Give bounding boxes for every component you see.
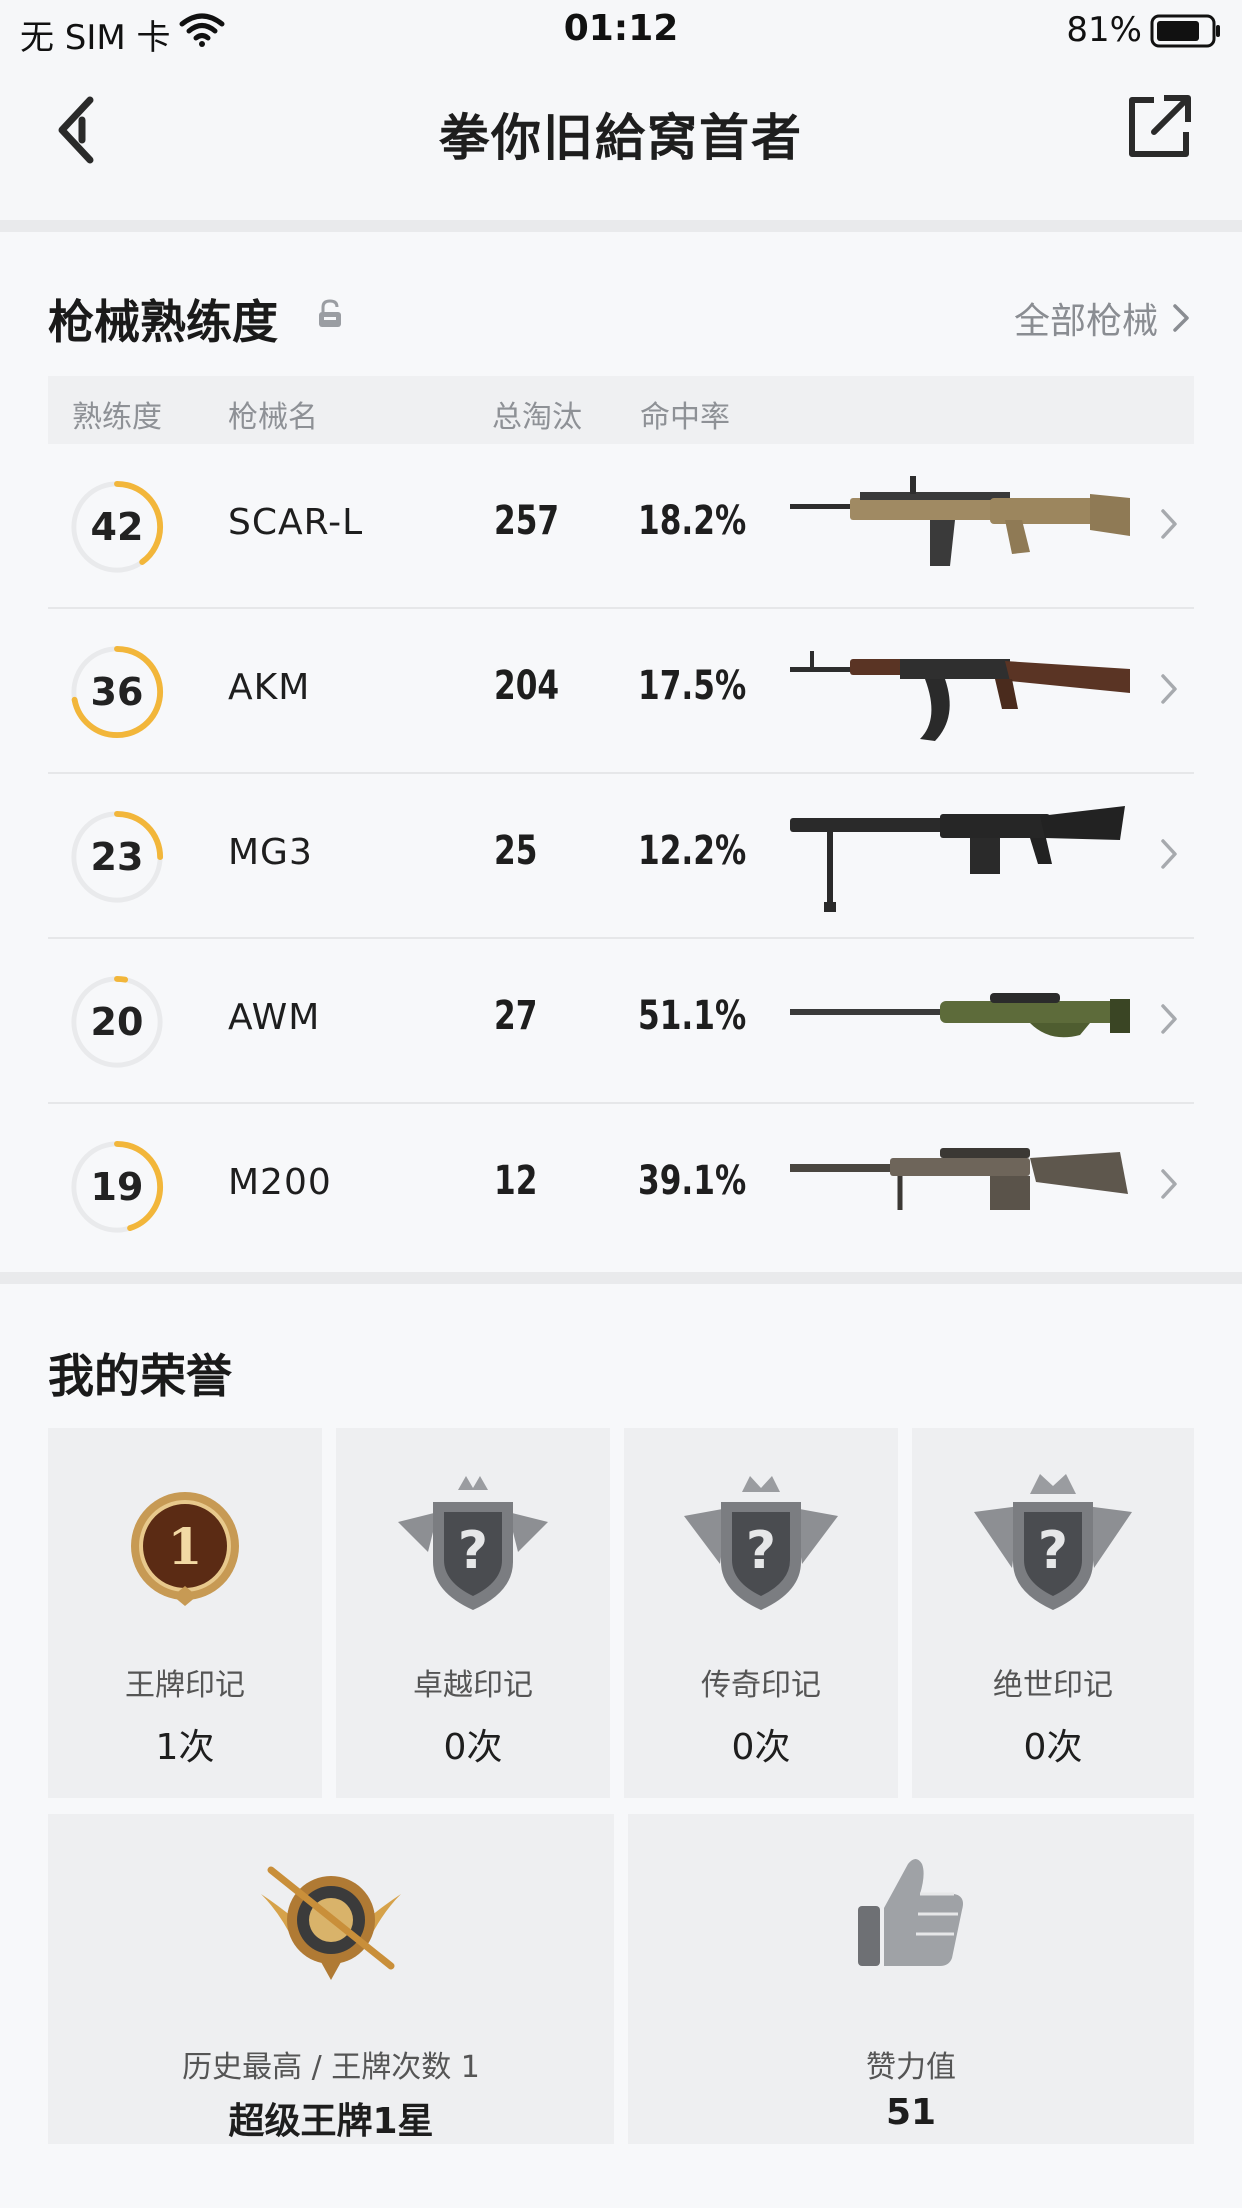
weapon-hit-rate: 51.1% <box>638 993 747 1039</box>
chevron-right-icon <box>1161 674 1177 704</box>
status-bar: 无 SIM 卡 01:12 81% <box>0 0 1242 62</box>
honor-tile-label: 卓越印记 <box>413 1668 533 1703</box>
all-weapons-link[interactable]: 全部枪械 <box>1014 292 1190 344</box>
page-title: 拳你旧給窝首者 <box>439 109 803 167</box>
honor-tile-label: 王牌印记 <box>125 1668 245 1703</box>
chevron-right-icon <box>1161 509 1177 539</box>
ace-medal-icon: 1 <box>131 1492 239 1606</box>
locked-badge-icon: ? <box>398 1476 548 1610</box>
weapon-row[interactable]: 20 AWM 27 51.1% <box>48 939 1194 1104</box>
chevron-right-icon <box>1173 304 1189 332</box>
honor-tile-value: 0次 <box>1023 1727 1083 1768</box>
m200-sniper-icon <box>790 1148 1128 1210</box>
svg-text:?: ? <box>746 1521 776 1581</box>
battery-icon <box>1150 14 1220 48</box>
weapon-hit-rate: 18.2% <box>638 498 747 544</box>
locked-badge-icon: ? <box>974 1474 1132 1610</box>
akm-rifle-icon <box>790 651 1130 741</box>
honor-tile-peerless[interactable]: ? 绝世印记 0次 <box>912 1428 1194 1798</box>
weapon-hit-rate: 39.1% <box>638 1158 747 1204</box>
super-ace-emblem-icon <box>261 1866 401 1980</box>
clock: 01:12 <box>563 8 679 49</box>
weapon-name: MG3 <box>228 832 313 873</box>
section-divider <box>0 1272 1242 1284</box>
mastery-level: 19 <box>90 1165 144 1209</box>
scar-l-rifle-icon <box>790 476 1130 566</box>
nav-bar: 拳你旧給窝首者 <box>0 62 1242 220</box>
svg-text:?: ? <box>458 1521 488 1581</box>
weapon-name: AWM <box>228 997 321 1038</box>
svg-text:?: ? <box>1038 1521 1068 1581</box>
awm-sniper-icon <box>790 993 1130 1038</box>
weapon-kills: 25 <box>494 828 538 874</box>
chevron-right-icon <box>1161 839 1177 869</box>
honor-section-title: 我的荣誉 <box>48 1349 232 1403</box>
highest-tier-label: 历史最高 / 王牌次数 1 <box>182 2050 480 2085</box>
honor-tile-value: 1次 <box>155 1727 215 1768</box>
honor-tile-label: 绝世印记 <box>993 1668 1113 1703</box>
locked-badge-icon: ? <box>684 1476 838 1610</box>
mastery-level: 42 <box>90 505 144 549</box>
weapon-row[interactable]: 23 MG3 25 12.2% <box>48 774 1194 939</box>
weapon-kills: 27 <box>494 993 538 1039</box>
header-name: 枪械名 <box>228 400 318 435</box>
honor-card: 我的荣誉 1 王牌印记 1次 ? 卓越印记 0次 ? 传奇印记 0次 ? 绝世印… <box>0 1284 1242 2208</box>
highest-tier-tile[interactable]: 历史最高 / 王牌次数 1 超级王牌1星 <box>48 1814 614 2144</box>
mg3-machine-gun-icon <box>790 806 1125 912</box>
share-icon[interactable] <box>1124 92 1194 162</box>
weapon-kills: 204 <box>494 663 560 709</box>
honor-tile-label: 传奇印记 <box>701 1668 821 1703</box>
all-weapons-label: 全部枪械 <box>1013 301 1158 342</box>
chevron-right-icon <box>1161 1004 1177 1034</box>
svg-text:1: 1 <box>168 1517 203 1576</box>
weapon-row[interactable]: 19 M200 12 39.1% <box>48 1104 1194 1269</box>
honor-tile-legend[interactable]: ? 传奇印记 0次 <box>624 1428 898 1798</box>
mastery-level: 20 <box>90 1000 144 1044</box>
thumbs-up-icon <box>858 1859 963 1966</box>
weapon-kills: 12 <box>494 1158 538 1204</box>
likes-value: 51 <box>885 2092 937 2133</box>
weapon-name: SCAR-L <box>228 502 364 543</box>
weapon-kills: 257 <box>494 498 560 544</box>
likes-label: 赞力值 <box>866 2050 956 2085</box>
weapon-mastery-card: 枪械熟练度 全部枪械 熟练度 枪械名 总淘汰 命中率 42 SCAR-L 257… <box>0 232 1242 1272</box>
likes-tile[interactable]: 赞力值 51 <box>628 1814 1194 2144</box>
mastery-level: 23 <box>90 835 144 879</box>
honor-tile-value: 0次 <box>731 1727 791 1768</box>
honor-tile-ace[interactable]: 1 王牌印记 1次 <box>48 1428 322 1798</box>
section-divider <box>0 220 1242 232</box>
highest-tier-value: 超级王牌1星 <box>228 2101 434 2142</box>
battery-percent: 81% <box>1066 10 1142 50</box>
weapon-row[interactable]: 36 AKM 204 17.5% <box>48 609 1194 774</box>
weapon-name: M200 <box>228 1162 332 1203</box>
header-kills: 总淘汰 <box>492 400 582 435</box>
lock-icon <box>319 299 341 327</box>
weapon-hit-rate: 17.5% <box>638 663 747 709</box>
header-level: 熟练度 <box>72 400 162 435</box>
weapon-name: AKM <box>228 667 311 708</box>
weapon-row[interactable]: 42 SCAR-L 257 18.2% <box>48 444 1194 609</box>
header-hit-rate: 命中率 <box>640 400 730 435</box>
honor-tile-excellent[interactable]: ? 卓越印记 0次 <box>336 1428 610 1798</box>
mastery-level: 36 <box>90 670 144 714</box>
chevron-right-icon <box>1161 1169 1177 1199</box>
weapon-section-title: 枪械熟练度 <box>48 295 278 349</box>
weapon-hit-rate: 12.2% <box>638 828 747 874</box>
weapon-table-header: 熟练度 枪械名 总淘汰 命中率 <box>48 376 1194 444</box>
honor-tile-value: 0次 <box>443 1727 503 1768</box>
